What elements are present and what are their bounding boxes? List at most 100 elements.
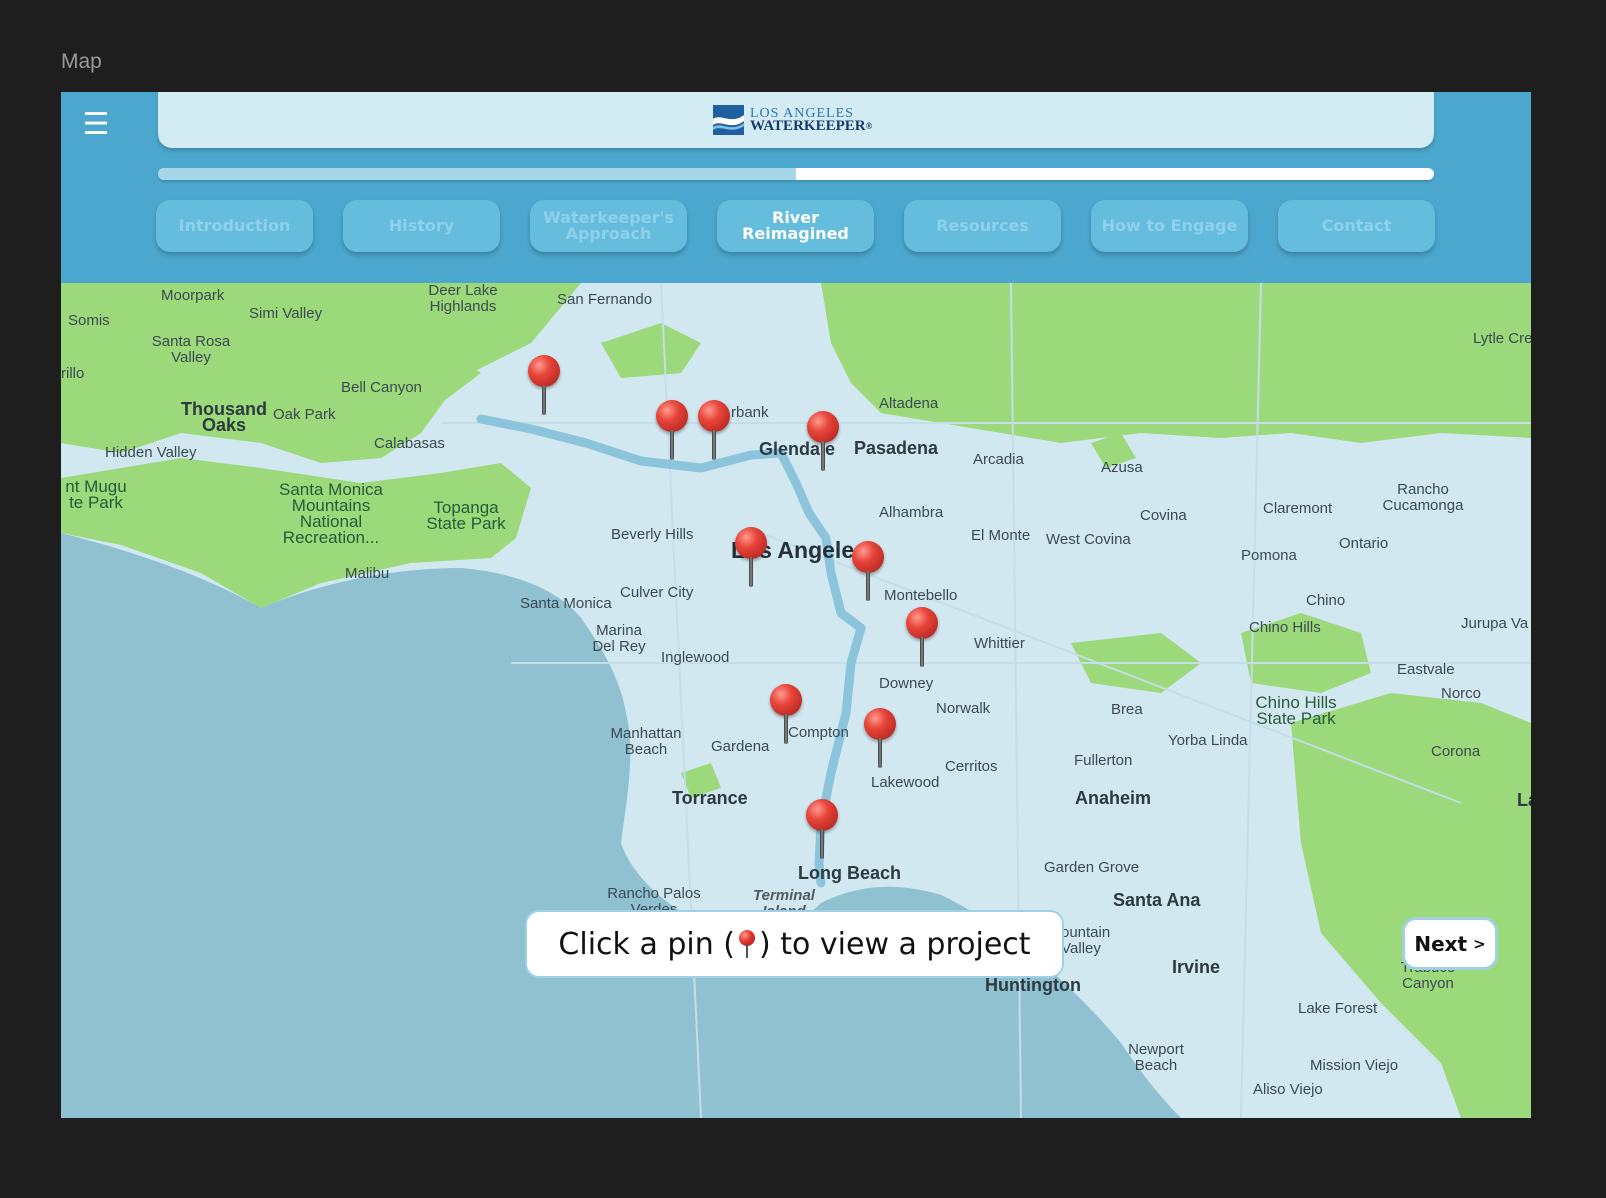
- map-label: Topanga State Park: [426, 498, 506, 533]
- project-pin[interactable]: [852, 541, 886, 603]
- map-label: Arcadia: [973, 451, 1024, 468]
- project-pin[interactable]: [906, 607, 940, 669]
- map-label: Brea: [1111, 701, 1143, 718]
- map-label: Huntington: [985, 975, 1081, 995]
- map-label: Lytle Cre: [1473, 330, 1531, 347]
- map-label: Downey: [879, 675, 934, 692]
- map-label: Garden Grove: [1044, 859, 1140, 876]
- logo-bar: LOS ANGELES WATERKEEPER®: [158, 92, 1434, 148]
- map-label: Oak Park: [273, 406, 336, 423]
- map-label: Pasadena: [854, 438, 939, 458]
- map-label: Santa Monica: [520, 595, 612, 612]
- map-label: Newport Beach: [1128, 1041, 1184, 1074]
- tab-how-to-engage[interactable]: How to Engage: [1091, 200, 1248, 252]
- map-label: Santa Monica Mountains National Recreati…: [279, 480, 383, 547]
- progress-bar: [158, 168, 1434, 180]
- map-label: Alhambra: [879, 504, 944, 521]
- map-label: La: [1517, 790, 1531, 810]
- map-label: Fullerton: [1074, 752, 1133, 769]
- logo: LOS ANGELES WATERKEEPER®: [713, 103, 872, 137]
- map-label: Rancho Cucamonga: [1382, 481, 1464, 514]
- next-button[interactable]: Next >: [1402, 917, 1498, 970]
- pin-icon: [739, 930, 755, 958]
- map-label: Ontario: [1339, 535, 1389, 552]
- map-label: Eastvale: [1397, 661, 1455, 678]
- project-pin[interactable]: [807, 411, 841, 473]
- map-label: Calabasas: [374, 435, 445, 452]
- project-pin[interactable]: [770, 684, 804, 746]
- instruction-text-before: Click a pin (: [558, 926, 735, 962]
- tab-river-reimagined[interactable]: River Reimagined: [717, 200, 874, 252]
- hamburger-menu-icon[interactable]: ☰: [81, 110, 111, 140]
- tab-introduction[interactable]: Introduction: [156, 200, 313, 252]
- map-label: nt Mugu te Park: [65, 477, 127, 512]
- map-label: Marina Del Rey: [592, 622, 646, 655]
- project-pin[interactable]: [735, 527, 769, 589]
- map-label: Inglewood: [661, 649, 730, 666]
- map-view[interactable]: Moorpark Somis Simi Valley Deer Lake Hig…: [61, 283, 1531, 1118]
- app-header: ☰ LOS ANGELES WATERKEEPER® Introduction …: [61, 92, 1531, 283]
- map-label: Lakewood: [871, 774, 940, 791]
- map-label: Montebello: [884, 587, 958, 604]
- map-label: Irvine: [1172, 957, 1221, 977]
- instruction-text-after: ) to view a project: [759, 926, 1031, 962]
- map-label: Moorpark: [161, 287, 225, 304]
- map-label: Hidden Valley: [105, 444, 197, 461]
- map-label: Bell Canyon: [341, 379, 422, 396]
- map-label: rillo: [61, 365, 85, 382]
- map-label: Covina: [1140, 507, 1187, 524]
- map-label: Chino Hills: [1249, 619, 1321, 636]
- map-label: Gardena: [711, 738, 770, 755]
- map-label: Norco: [1441, 685, 1482, 702]
- tab-resources[interactable]: Resources: [904, 200, 1061, 252]
- map-label: Deer Lake Highlands: [428, 283, 498, 315]
- tab-waterkeepers-approach[interactable]: Waterkeeper's Approach: [530, 200, 687, 252]
- project-pin[interactable]: [528, 355, 562, 417]
- map-label: Yorba Linda: [1168, 732, 1248, 749]
- waterkeeper-logo-icon: [713, 105, 744, 135]
- map-label: rbank: [731, 404, 769, 421]
- map-label: San Fernando: [557, 291, 653, 308]
- map-label: Azusa: [1101, 459, 1143, 476]
- map-label: Torrance: [672, 788, 748, 808]
- instruction-banner: Click a pin ( ) to view a project: [525, 910, 1064, 978]
- progress-fill: [158, 168, 796, 180]
- map-label: Thousand Oaks: [181, 399, 267, 435]
- map-label: Jurupa Va: [1461, 615, 1529, 632]
- tab-history[interactable]: History: [343, 200, 500, 252]
- map-label: Altadena: [879, 395, 939, 412]
- section-nav: Introduction History Waterkeeper's Appro…: [156, 200, 1436, 252]
- map-label: Lake Forest: [1298, 1000, 1378, 1017]
- project-pin[interactable]: [698, 400, 732, 462]
- chevron-right-icon: >: [1473, 934, 1486, 953]
- map-label: Aliso Viejo: [1253, 1081, 1323, 1098]
- map-label: Manhattan Beach: [610, 725, 682, 758]
- next-button-label: Next: [1414, 931, 1468, 956]
- map-label: Simi Valley: [249, 305, 323, 322]
- project-pin[interactable]: [864, 708, 898, 770]
- logo-line-2-text: WATERKEEPER: [750, 118, 866, 134]
- map-label: Chino Hills State Park: [1255, 693, 1337, 728]
- map-label: Whittier: [974, 635, 1025, 652]
- map-label: West Covina: [1046, 531, 1131, 548]
- map-label: Long Beach: [798, 863, 902, 883]
- map-label: Santa Ana: [1113, 890, 1201, 910]
- tab-contact[interactable]: Contact: [1278, 200, 1435, 252]
- map-label: Santa Rosa Valley: [151, 333, 231, 366]
- map-label: Beverly Hills: [611, 526, 694, 543]
- frame-label: Map: [61, 50, 102, 73]
- map-label: Anaheim: [1075, 788, 1152, 808]
- map-label: Corona: [1431, 743, 1481, 760]
- map-label: El Monte: [971, 527, 1031, 544]
- map-label: Norwalk: [936, 700, 991, 717]
- map-label: Culver City: [620, 584, 694, 601]
- map-label: Pomona: [1241, 547, 1297, 564]
- map-label: Claremont: [1263, 500, 1333, 517]
- map-label: Malibu: [345, 565, 390, 582]
- project-pin[interactable]: [806, 799, 840, 861]
- project-pin[interactable]: [656, 400, 690, 462]
- logo-line-2: WATERKEEPER®: [750, 118, 872, 134]
- map-label: Somis: [68, 312, 110, 329]
- map-label: Chino: [1306, 592, 1346, 609]
- map-label: Cerritos: [945, 758, 998, 775]
